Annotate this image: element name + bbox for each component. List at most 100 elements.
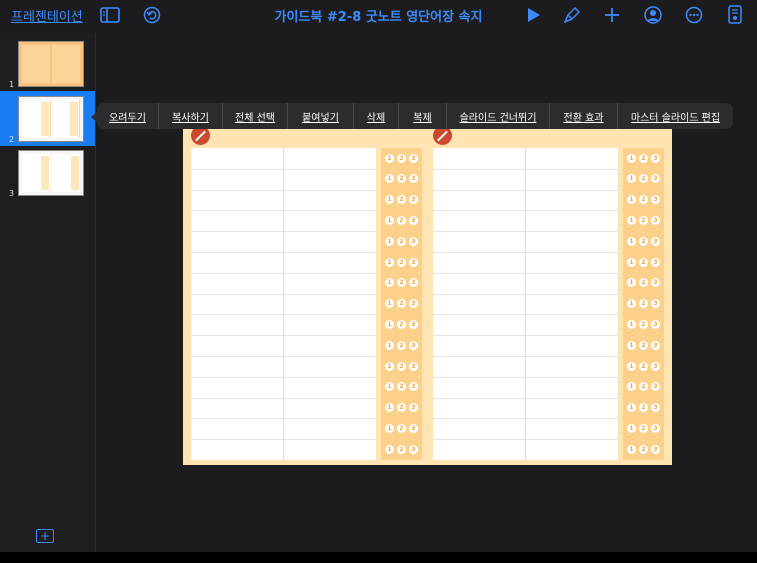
add-slide-icon[interactable]: +: [36, 529, 54, 543]
row-line: [191, 272, 376, 274]
slide-thumbnail-3[interactable]: 3: [0, 145, 95, 200]
check-circle: 2: [639, 153, 648, 163]
check-circle: 1: [385, 340, 394, 350]
menu-item-skip-slide[interactable]: 슬라이드 건너뛰기: [447, 103, 550, 129]
check-circles: 123: [381, 294, 422, 314]
check-circle: 2: [397, 153, 406, 163]
menu-item-edit-master[interactable]: 마스터 슬라이드 편집: [618, 103, 733, 129]
check-circle: 2: [639, 257, 648, 267]
check-circle: 2: [397, 361, 406, 371]
check-circles: 123: [381, 148, 422, 168]
paintbrush-icon[interactable]: [560, 4, 584, 26]
check-circles: 123: [381, 252, 422, 272]
vocabulary-page-right: 1231231231231231231231231231231231231231…: [433, 148, 664, 460]
check-circle: 1: [385, 278, 394, 288]
check-circle: 1: [627, 236, 636, 246]
check-circle: 1: [385, 361, 394, 371]
check-circles: 123: [623, 398, 664, 418]
menu-item-duplicate[interactable]: 복제: [399, 103, 447, 129]
document-icon[interactable]: [723, 4, 747, 26]
menu-item-select-all[interactable]: 전체 선택: [223, 103, 288, 129]
row-line: [191, 356, 376, 357]
check-circle: 3: [409, 444, 418, 454]
check-circle: 3: [651, 403, 660, 413]
collaborate-icon[interactable]: [640, 4, 664, 26]
check-circles: 123: [623, 356, 664, 376]
check-circles: 123: [623, 418, 664, 438]
check-circle: 3: [409, 195, 418, 205]
check-circle: 3: [409, 278, 418, 288]
check-circle: 2: [639, 195, 648, 205]
check-circle: 3: [409, 382, 418, 392]
row-line: [433, 168, 618, 170]
check-circle: 3: [651, 236, 660, 246]
check-circle: 1: [627, 423, 636, 433]
undo-icon[interactable]: [140, 4, 164, 26]
check-circle: 2: [397, 403, 406, 413]
check-circles: 123: [623, 273, 664, 293]
check-circles: 123: [623, 335, 664, 355]
slide-navigator: 1 2 3: [0, 33, 96, 552]
slide-thumbnail-1[interactable]: 1: [0, 36, 95, 91]
menu-item-paste[interactable]: 붙여넣기: [288, 103, 354, 129]
check-circle: 3: [651, 257, 660, 267]
bottom-bar: [0, 552, 757, 563]
check-circles: 123: [381, 398, 422, 418]
check-circle: 2: [397, 215, 406, 225]
slide-preview: [18, 96, 84, 142]
slide-thumbnail-2[interactable]: 2: [0, 91, 95, 146]
check-circle: 1: [627, 299, 636, 309]
check-circle: 2: [639, 278, 648, 288]
check-circle: 1: [385, 257, 394, 267]
check-circle: 2: [397, 423, 406, 433]
check-circle: 1: [627, 215, 636, 225]
play-icon[interactable]: [521, 4, 545, 26]
row-line: [191, 189, 376, 191]
check-circle: 2: [397, 340, 406, 350]
check-circle: 3: [651, 319, 660, 329]
row-line: [433, 231, 618, 233]
check-circles: 123: [381, 210, 422, 230]
more-icon[interactable]: [682, 4, 706, 26]
check-circle: 1: [385, 195, 394, 205]
back-to-presentations-link[interactable]: 프레젠테이션: [11, 6, 83, 25]
check-circles: 123: [623, 377, 664, 397]
check-circle: 3: [651, 361, 660, 371]
check-circle: 2: [639, 382, 648, 392]
check-circle: 1: [385, 236, 394, 246]
check-circle: 1: [627, 257, 636, 267]
check-circle: 2: [397, 236, 406, 246]
check-circles: 123: [623, 439, 664, 459]
menu-item-copy[interactable]: 복사하기: [159, 103, 223, 129]
check-circles: 123: [623, 169, 664, 189]
row-line: [433, 272, 618, 274]
row-line: [433, 314, 618, 316]
check-circle: 3: [409, 257, 418, 267]
menu-item-delete[interactable]: 삭제: [354, 103, 399, 129]
slide-number: 2: [9, 135, 15, 144]
check-circle: 1: [627, 278, 636, 288]
check-circle: 2: [639, 444, 648, 454]
sidebar-icon[interactable]: [98, 4, 122, 26]
row-line: [191, 210, 376, 212]
row-line: [191, 376, 376, 378]
check-circles: 123: [623, 148, 664, 168]
check-circle: 1: [385, 382, 394, 392]
menu-item-cut[interactable]: 오려두기: [97, 103, 159, 129]
check-circle: 1: [627, 319, 636, 329]
column-divider: [283, 148, 284, 460]
check-circle: 3: [651, 444, 660, 454]
check-circle: 3: [409, 236, 418, 246]
check-circle: 1: [385, 444, 394, 454]
slide-preview: [18, 41, 84, 87]
slide-canvas[interactable]: 1231231231231231231231231231231231231231…: [183, 126, 672, 465]
column-divider: [525, 148, 526, 460]
check-circles: 123: [381, 169, 422, 189]
plus-icon[interactable]: [600, 4, 624, 26]
menu-item-transition[interactable]: 전환 효과: [550, 103, 618, 129]
row-line: [433, 356, 618, 357]
check-circles: 123: [381, 273, 422, 293]
check-circle: 2: [397, 319, 406, 329]
vocabulary-page-left: 1231231231231231231231231231231231231231…: [191, 148, 422, 460]
check-circle: 3: [651, 423, 660, 433]
